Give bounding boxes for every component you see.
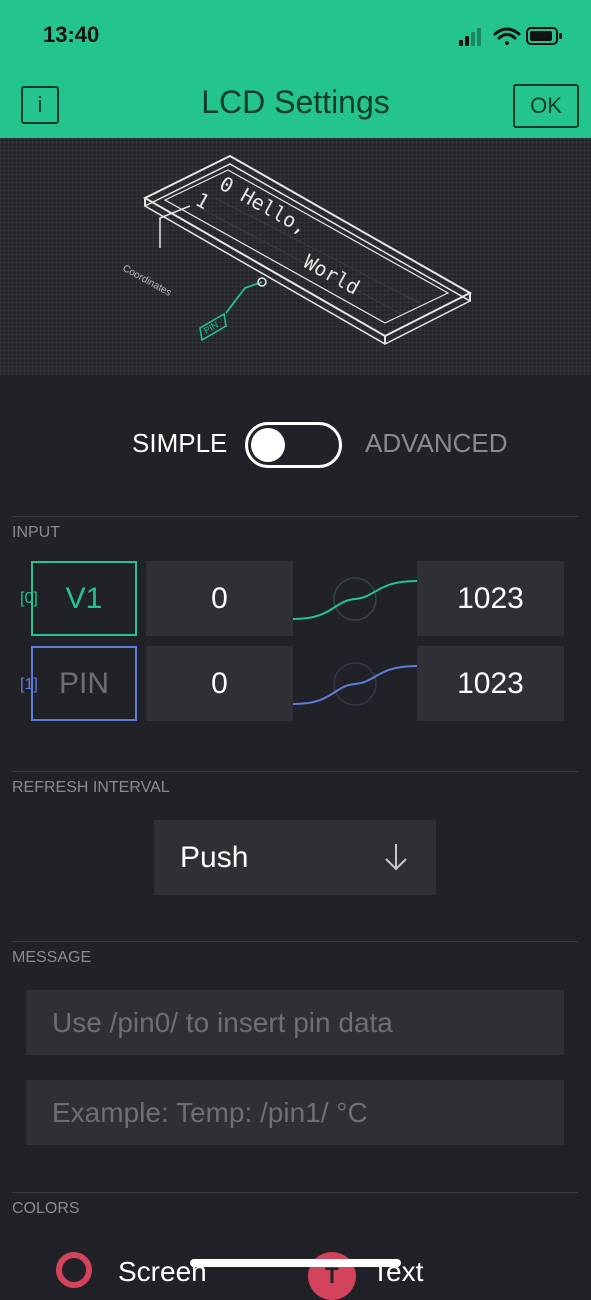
mapping-curve-0 (293, 577, 417, 621)
colors-section-label: COLORS (12, 1200, 80, 1217)
message-section-label: MESSAGE (12, 949, 92, 966)
home-indicator (190, 1259, 401, 1267)
mapping-curve-1 (293, 662, 417, 706)
lcd-row-index: 1 (192, 187, 214, 214)
message-input-1[interactable] (26, 990, 564, 1055)
input-max-1[interactable]: 1023 (417, 646, 564, 721)
input-min-0[interactable]: 0 (146, 561, 293, 636)
screen-color-swatch[interactable] (56, 1252, 92, 1288)
pin-illustration-label: PIN (202, 320, 220, 336)
divider (12, 516, 578, 517)
ok-button[interactable]: OK (513, 84, 579, 128)
input-max-0[interactable]: 1023 (417, 561, 564, 636)
pin-select-v1[interactable]: V1 (31, 561, 137, 636)
advanced-mode-label[interactable]: ADVANCED (365, 428, 508, 459)
status-time: 13:40 (43, 22, 100, 47)
refresh-interval-dropdown[interactable]: Push (154, 820, 436, 895)
divider (12, 1192, 578, 1193)
cellular-signal-icon (459, 28, 481, 46)
simple-mode-label[interactable]: SIMPLE (132, 428, 227, 459)
page-title: LCD Settings (201, 84, 390, 120)
pin-select-pin[interactable]: PIN (31, 646, 137, 721)
status-icons (459, 27, 562, 46)
lcd-diagram: 1 0 Hello, World Coordinates PIN (121, 154, 473, 345)
message-input-2[interactable] (26, 1080, 564, 1145)
divider (12, 941, 578, 942)
refresh-interval-value: Push (180, 841, 249, 874)
coordinates-label: Coordinates (121, 263, 173, 299)
divider (12, 771, 578, 772)
mode-toggle[interactable] (245, 422, 342, 468)
toggle-knob (251, 428, 285, 462)
lcd-illustration: 1 0 Hello, World Coordinates PIN (0, 138, 591, 375)
arrow-down-icon (385, 844, 407, 871)
input-section-label: INPUT (12, 524, 60, 541)
wifi-icon (493, 27, 521, 45)
battery-icon (526, 27, 562, 45)
input-min-1[interactable]: 0 (146, 646, 293, 721)
refresh-section-label: REFRESH INTERVAL (12, 779, 170, 796)
